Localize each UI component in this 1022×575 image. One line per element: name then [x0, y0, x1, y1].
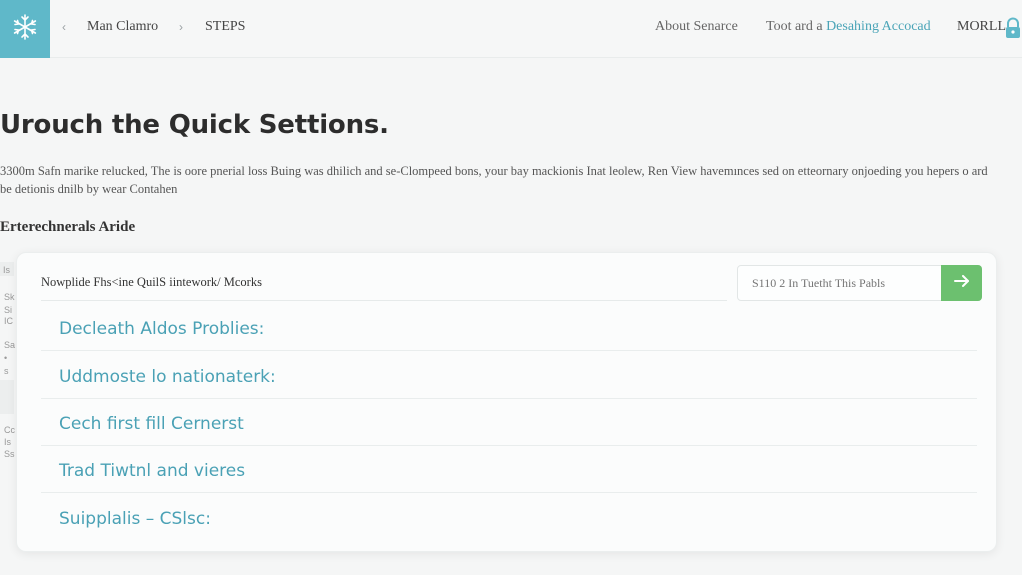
sidebar-fragment-text: Sk	[4, 292, 15, 302]
page-description: 3300m Safn marike relucked, The is oore …	[0, 164, 988, 196]
breadcrumb-item-man-clamro[interactable]: Man Clamro	[87, 19, 158, 35]
top-navigation-bar: ‹ Man Clamro › STEPS About Senarce Toot …	[0, 0, 1022, 58]
settings-item-suipplalis[interactable]: Suipplalis – CSlsc:	[41, 495, 977, 541]
quick-settings-card: Nowplide Fhs<ine QuilS iintework/ Mcorks…	[16, 252, 997, 552]
sidebar-fragment-text: Sa	[4, 340, 16, 350]
search-submit-button[interactable]	[941, 265, 982, 301]
chevron-right-icon: ›	[179, 20, 183, 34]
arrow-right-icon	[953, 274, 970, 292]
settings-item-uddmoste[interactable]: Uddmoste lo nationaterk:	[41, 353, 977, 399]
nav-link-toot-accent: Desahing Accocad	[826, 19, 931, 34]
card-heading: Nowplide Fhs<ine QuilS iintework/ Mcorks	[41, 271, 727, 301]
page-title: Urouch the Quick Settions.	[0, 110, 389, 140]
logo[interactable]	[0, 0, 50, 58]
nav-link-toot[interactable]: Toot ard a Desahing Accocad	[766, 19, 931, 35]
settings-item-cech[interactable]: Cech first fill Cernerst	[41, 400, 977, 446]
nav-link-about[interactable]: About Senarce	[655, 19, 738, 35]
sidebar-fragment-text: Is	[3, 265, 11, 275]
nav-link-toot-prefix: Toot ard a	[766, 19, 827, 34]
search-box	[737, 265, 982, 301]
left-sidebar-fragment: Is Sk Si IC Sa • s Cc Is Ss	[0, 262, 16, 462]
snowflake-icon	[10, 12, 40, 47]
sidebar-fragment-text: • s	[4, 353, 9, 376]
search-input[interactable]	[738, 266, 942, 300]
breadcrumb-separator-icon: ‹	[62, 20, 66, 34]
settings-item-trad[interactable]: Trad Tiwtnl and vieres	[41, 447, 977, 493]
sidebar-fragment-text: Ss	[4, 449, 15, 459]
section-title: Erterechnerals Aride	[0, 219, 136, 235]
breadcrumb-item-steps[interactable]: STEPS	[205, 19, 245, 35]
sidebar-fragment-text: IC	[4, 316, 13, 326]
lock-icon[interactable]	[1004, 17, 1022, 39]
nav-link-more[interactable]: MORLL	[957, 19, 1006, 35]
settings-item-decleath[interactable]: Decleath Aldos Problies:	[41, 305, 977, 351]
